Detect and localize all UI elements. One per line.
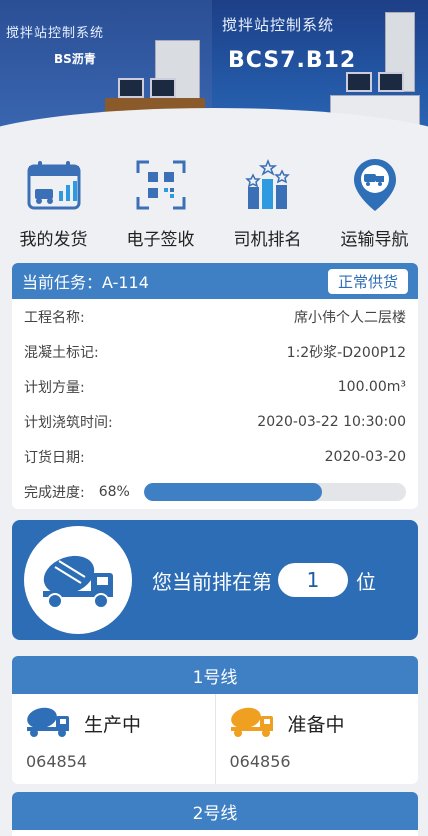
banner-left-subtitle: BS沥青 <box>54 52 96 66</box>
nav-label-driver-ranking: 司机排名 <box>233 230 302 250</box>
progress-bar <box>143 483 406 501</box>
progress-percent: 68% <box>98 484 130 500</box>
row-label: 工程名称: <box>24 309 85 326</box>
line-status-row: 生产中 064854 准备中 064856 <box>12 694 418 784</box>
slot-status: 准备中 <box>287 713 345 736</box>
nav-label-my-delivery: 我的发货 <box>19 230 88 250</box>
row-label: 混凝土标记: <box>24 344 99 361</box>
status-badge: 正常供货 <box>327 268 408 294</box>
monitor-right-1 <box>346 72 372 92</box>
task-row: 工程名称: 席小伟个人二层楼 <box>24 299 406 334</box>
task-row: 计划方量: 100.00m³ <box>24 369 406 404</box>
row-value: 席小伟个人二层楼 <box>294 309 406 326</box>
slot-code: 064854 <box>26 752 88 771</box>
delivery-calendar-icon <box>24 155 84 215</box>
nav-item-my-delivery[interactable]: 我的发货 <box>0 155 107 255</box>
queue-position: 1 <box>278 563 348 597</box>
slot-status: 生产中 <box>84 713 142 736</box>
task-details: 工程名称: 席小伟个人二层楼 混凝土标记: 1:2砂浆-D200P12 计划方量… <box>12 299 418 509</box>
line-title: 1号线 <box>12 656 418 694</box>
qr-code-icon <box>131 155 191 215</box>
row-label: 计划方量: <box>24 379 85 396</box>
slot-code: 064856 <box>229 752 291 771</box>
task-header: 当前任务：A-114 正常供货 <box>12 263 418 299</box>
mixer-truck-icon <box>24 704 72 742</box>
ranking-bars-icon <box>238 155 298 215</box>
line-slot[interactable]: 准备中 064856 <box>214 694 419 784</box>
nav-item-navigation[interactable]: 运输导航 <box>321 155 428 255</box>
progress-row: 完成进度: 68% <box>24 474 406 509</box>
queue-card: 您当前排在第 1 位 <box>12 520 418 640</box>
queue-prefix: 您当前排在第 <box>152 569 272 594</box>
nav-item-driver-ranking[interactable]: 司机排名 <box>214 155 321 255</box>
row-value: 2020-03-20 <box>324 448 406 465</box>
row-label: 订货日期: <box>24 449 85 466</box>
nav-item-e-sign[interactable]: 电子签收 <box>107 155 214 255</box>
queue-suffix: 位 <box>356 569 376 594</box>
current-task-card: 当前任务：A-114 正常供货 工程名称: 席小伟个人二层楼 混凝土标记: 1:… <box>12 263 418 509</box>
row-value: 100.00m³ <box>337 378 406 395</box>
task-row: 混凝土标记: 1:2砂浆-D200P12 <box>24 334 406 369</box>
banner-left-title: 搅拌站控制系统 <box>6 26 105 41</box>
task-title: 当前任务：A-114 <box>22 273 149 292</box>
location-pin-icon <box>345 155 405 215</box>
row-value: 2020-03-22 10:30:00 <box>257 413 406 430</box>
nav-label-e-sign: 电子签收 <box>126 230 195 250</box>
monitor-left-2 <box>150 78 176 98</box>
task-row: 计划浇筑时间: 2020-03-22 10:30:00 <box>24 404 406 439</box>
progress-label: 完成进度: <box>24 485 85 501</box>
row-value: 1:2砂浆-D200P12 <box>286 344 406 361</box>
line-card-1: 1号线 生产中 064854 准备中 064856 <box>12 656 418 784</box>
row-label: 计划浇筑时间: <box>24 414 113 431</box>
line-title: 2号线 <box>12 792 418 830</box>
line-slot[interactable]: 生产中 064854 <box>12 694 215 784</box>
monitor-left-1 <box>118 78 144 98</box>
progress-fill <box>143 483 323 501</box>
nav-grid: 我的发货 电子签收 司机排名 运输导航 <box>0 155 428 255</box>
monitor-right-2 <box>378 72 404 92</box>
line-card-2: 2号线 <box>12 792 418 836</box>
mixer-truck-icon <box>24 526 132 634</box>
banner-right-subtitle: BCS7.B12 <box>228 48 357 73</box>
banner-right-title: 搅拌站控制系统 <box>222 16 335 34</box>
task-row: 订货日期: 2020-03-20 <box>24 439 406 474</box>
mixer-truck-icon <box>228 704 276 742</box>
nav-label-navigation: 运输导航 <box>340 230 409 250</box>
banner: 搅拌站控制系统 BS沥青 搅拌站控制系统 BCS7.B12 <box>0 0 428 150</box>
